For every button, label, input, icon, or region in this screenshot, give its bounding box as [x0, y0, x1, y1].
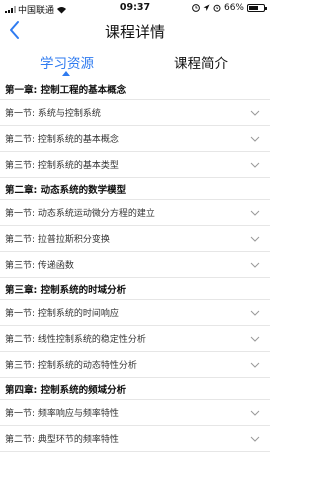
section-row[interactable]: 第一节: 动态系统运动微分方程的建立 — [0, 200, 270, 226]
section-row[interactable]: 第二节: 拉普拉斯积分变换 — [0, 226, 270, 252]
chevron-down-icon[interactable] — [250, 136, 260, 142]
battery-percent: 66% — [223, 3, 244, 13]
chevron-down-icon[interactable] — [250, 410, 260, 416]
battery-fill — [249, 6, 259, 10]
status-right: 66% — [192, 3, 267, 13]
chevron-down-icon[interactable] — [250, 336, 260, 342]
page-title: 课程详情 — [104, 23, 165, 41]
chapter-header: 第四章: 控制系统的频域分析 — [0, 378, 270, 400]
tab-learning-resources[interactable]: 学习资源 — [40, 52, 94, 72]
section-row[interactable]: 第二节: 控制系统的基本概念 — [0, 126, 270, 152]
chevron-down-icon[interactable] — [250, 210, 260, 216]
chevron-down-icon[interactable] — [250, 310, 260, 316]
section-row[interactable]: 第二节: 典型环节的频率特性 — [0, 426, 270, 452]
section-label: 第一节: 控制系统的时间响应 — [5, 309, 119, 319]
chevron-down-icon[interactable] — [250, 110, 260, 116]
chevron-down-icon[interactable] — [250, 262, 260, 268]
section-row[interactable]: 第一节: 控制系统的时间响应 — [0, 300, 270, 326]
section-label: 第二节: 拉普拉斯积分变换 — [5, 235, 110, 245]
section-label: 第二节: 典型环节的频率特性 — [5, 435, 119, 445]
section-label: 第二节: 控制系统的基本概念 — [5, 135, 119, 145]
tab-course-intro[interactable]: 课程简介 — [174, 52, 228, 72]
chevron-down-icon[interactable] — [250, 162, 260, 168]
alarm-icon — [213, 4, 221, 12]
clock-icon — [192, 4, 200, 12]
section-label: 第三节: 控制系统的动态特性分析 — [5, 361, 137, 371]
chapter-header: 第二章: 动态系统的数学模型 — [0, 178, 270, 200]
section-label: 第二节: 线性控制系统的稳定性分析 — [5, 335, 146, 345]
chapter-header: 第三章: 控制系统的时域分析 — [0, 278, 270, 300]
section-row[interactable]: 第三节: 控制系统的动态特性分析 — [0, 352, 270, 378]
section-label: 第三节: 控制系统的基本类型 — [5, 161, 119, 171]
section-row[interactable]: 第一节: 频率响应与频率特性 — [0, 400, 270, 426]
section-row[interactable]: 第一节: 系统与控制系统 — [0, 100, 270, 126]
chapter-header: 第一章: 控制工程的基本概念 — [0, 78, 270, 100]
battery-icon — [247, 4, 267, 12]
tab-bar: 学习资源 课程简介 — [0, 44, 270, 78]
chevron-down-icon[interactable] — [250, 236, 260, 242]
section-row[interactable]: 第二节: 线性控制系统的稳定性分析 — [0, 326, 270, 352]
section-label: 第一节: 动态系统运动微分方程的建立 — [5, 209, 155, 219]
section-label: 第一节: 系统与控制系统 — [5, 109, 101, 119]
chapter-list: 第一章: 控制工程的基本概念第一节: 系统与控制系统第二节: 控制系统的基本概念… — [0, 78, 270, 452]
nav-bar: 课程详情 — [0, 16, 270, 44]
section-row[interactable]: 第三节: 控制系统的基本类型 — [0, 152, 270, 178]
chevron-down-icon[interactable] — [250, 436, 260, 442]
status-bar: 中国联通 09:37 66% — [0, 0, 270, 16]
location-icon — [203, 4, 210, 11]
section-row[interactable]: 第三节: 传递函数 — [0, 252, 270, 278]
active-tab-indicator — [62, 71, 70, 76]
section-label: 第三节: 传递函数 — [5, 261, 74, 271]
section-label: 第一节: 频率响应与频率特性 — [5, 409, 119, 419]
chevron-down-icon[interactable] — [250, 362, 260, 368]
